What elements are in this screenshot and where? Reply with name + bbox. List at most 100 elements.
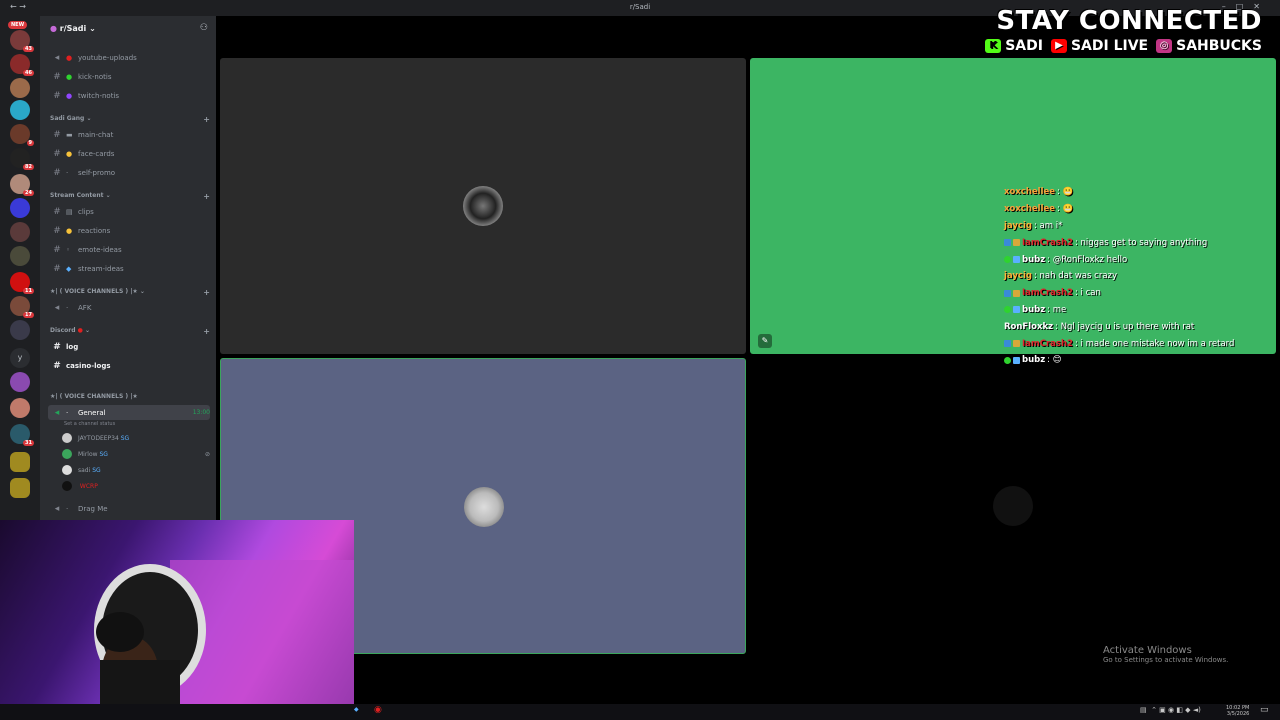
emoji-icon: ● [66, 149, 73, 158]
video-tile[interactable] [220, 58, 746, 354]
server-icon[interactable] [10, 78, 30, 98]
chat-message: jaycig: nah dat was crazy [1004, 271, 1118, 282]
server-icon[interactable]: 9 [10, 124, 34, 146]
channel-clips[interactable]: # ▤ clips [48, 204, 210, 219]
server-icon[interactable] [10, 222, 30, 242]
pin-icon: ● [77, 327, 83, 334]
clock[interactable]: 10:02 PM 3/5/2026 [1226, 705, 1249, 717]
chat-message: bubz: 😊 [1004, 352, 1234, 369]
plus-icon[interactable]: + [203, 288, 210, 297]
channel-self-promo[interactable]: # · self-promo [48, 165, 210, 180]
badge-icon [1004, 340, 1011, 348]
channel-reactions[interactable]: # ● reactions [48, 223, 210, 238]
channel-casino-logs[interactable]: # casino-logs [48, 358, 210, 373]
channel-afk[interactable]: ◂ · AFK [48, 300, 210, 315]
app-icon[interactable]: ◆ [354, 706, 359, 713]
folder-icon[interactable] [10, 478, 30, 498]
activate-windows-watermark: Activate Windows Go to Settings to activ… [1103, 645, 1229, 664]
category-stream-content[interactable]: Stream Content ⌄ + [50, 192, 210, 201]
speech-icon: ▬ [66, 130, 73, 139]
dot-icon: ● [66, 91, 73, 100]
plus-icon[interactable]: + [203, 115, 210, 124]
chat-message: jaycig: am i* [1004, 220, 1063, 231]
voice-user[interactable]: sadi SG [62, 463, 210, 477]
youtube-icon: ▶ [1050, 39, 1067, 53]
webcam-feed [0, 520, 354, 704]
channel-face-cards[interactable]: # ● face-cards [48, 146, 210, 161]
category-voice-channels-2[interactable]: ★| ( VOICE CHANNELS ) |★ [50, 393, 210, 400]
folder-icon[interactable] [10, 452, 30, 472]
video-tile[interactable] [750, 358, 1276, 654]
stream-chat-overlay: xoxchellee: 😬 xoxchellee: 😬 jaycig: am i… [1004, 184, 1234, 369]
webcam-image [94, 560, 354, 704]
channel-youtube-uploads[interactable]: ◂ ● youtube-uploads [48, 50, 210, 65]
badge-icon [1013, 289, 1020, 297]
server-icon[interactable]: 82 [10, 148, 34, 170]
film-icon: ▤ [66, 207, 73, 216]
voice-channel-general[interactable]: ◂ · General 13:00 [48, 405, 210, 420]
channel-twitch-notis[interactable]: # ● twitch-notis [48, 88, 210, 103]
announcement-icon: ◂ [54, 52, 60, 63]
server-icon[interactable]: 43 [10, 30, 34, 52]
server-icon[interactable] [10, 372, 30, 392]
server-icon[interactable] [10, 320, 30, 340]
badge-icon [1013, 239, 1020, 247]
stay-connected-title: STAY CONNECTED [996, 6, 1262, 36]
server-icon[interactable]: 24 [10, 174, 34, 196]
taskbar: ◆ ◉ ▤ ⌃ ▣ ◉ ◧ ◆ ◄) 10:02 PM 3/5/2026 ▭ [0, 704, 1280, 720]
channel-stream-ideas[interactable]: # ◆ stream-ideas [48, 261, 210, 276]
hash-icon: # [53, 341, 61, 352]
avatar [62, 449, 72, 459]
server-icon[interactable]: 46 [10, 54, 34, 76]
server-icon[interactable] [10, 198, 30, 218]
channel-log[interactable]: # log [48, 339, 210, 354]
chat-message: xoxchellee: 😬 [1004, 187, 1074, 198]
social-links: K SADI ▶ SADI LIVE ◎ SAHBUCKS [985, 38, 1262, 54]
avatar [62, 433, 72, 443]
channel-emote-ideas[interactable]: # ◦ emote-ideas [48, 242, 210, 257]
server-rail: NEW 43 46 9 82 24 11 17 y 31 [0, 16, 40, 520]
server-icon[interactable]: y [10, 348, 30, 368]
server-header[interactable]: ● r/Sadi ⌄ ⚇ [40, 16, 216, 40]
chat-message: RonFloxkz: Ngl jaycig u is up there with… [1004, 321, 1195, 332]
server-icon[interactable]: 11 [10, 272, 34, 294]
plus-icon[interactable]: + [203, 327, 210, 336]
server-icon[interactable] [10, 246, 30, 266]
voice-user[interactable]: JAYTODEEP34 SG [62, 431, 210, 445]
speaker-icon: ◂ [54, 407, 60, 418]
mic-muted-icon: ⊘ [204, 450, 210, 458]
voice-user[interactable]: WCRP [62, 479, 210, 493]
add-friend-icon[interactable]: ⚇ [200, 23, 208, 33]
emote-icon: ◦ [66, 245, 71, 254]
voice-user[interactable]: Mirlow SG ⊘ [62, 447, 210, 461]
voice-channel-drag-me[interactable]: ◂ · Drag Me [48, 501, 210, 516]
badge-icon [1004, 306, 1011, 314]
hash-icon: # [53, 129, 61, 140]
dot-icon: ● [66, 72, 73, 81]
badge-icon [1013, 340, 1020, 348]
server-icon[interactable]: 17 [10, 296, 34, 318]
avatar [463, 186, 503, 226]
hash-icon: # [53, 225, 61, 236]
server-icon[interactable] [10, 398, 30, 418]
category-voice-channels[interactable]: ★| ( VOICE CHANNELS ) |★ ⌄ + [50, 288, 210, 297]
server-icon[interactable]: 31 [10, 424, 34, 446]
plus-icon[interactable]: + [203, 192, 210, 201]
tray-icons[interactable]: ▤ ⌃ ▣ ◉ ◧ ◆ ◄) [1140, 706, 1201, 714]
app-icon[interactable]: ◉ [374, 705, 382, 715]
dot-icon: ● [66, 53, 73, 62]
category-discord[interactable]: Discord ● ⌄ + [50, 327, 210, 336]
channel-status[interactable]: Set a channel status [64, 421, 115, 427]
avatar [62, 481, 72, 491]
hash-icon: # [53, 360, 61, 371]
gem-icon: ◆ [66, 264, 72, 273]
avatar [993, 486, 1033, 526]
badge-icon [1004, 289, 1011, 297]
category-sadi-gang[interactable]: Sadi Gang ⌄ + [50, 115, 210, 124]
server-icon[interactable] [10, 100, 30, 120]
channel-main-chat[interactable]: # ▬ main-chat [48, 127, 210, 142]
notification-icon[interactable]: ▭ [1260, 705, 1269, 715]
hash-icon: # [53, 244, 61, 255]
channel-kick-notis[interactable]: # ● kick-notis [48, 69, 210, 84]
hash-icon: # [53, 148, 61, 159]
